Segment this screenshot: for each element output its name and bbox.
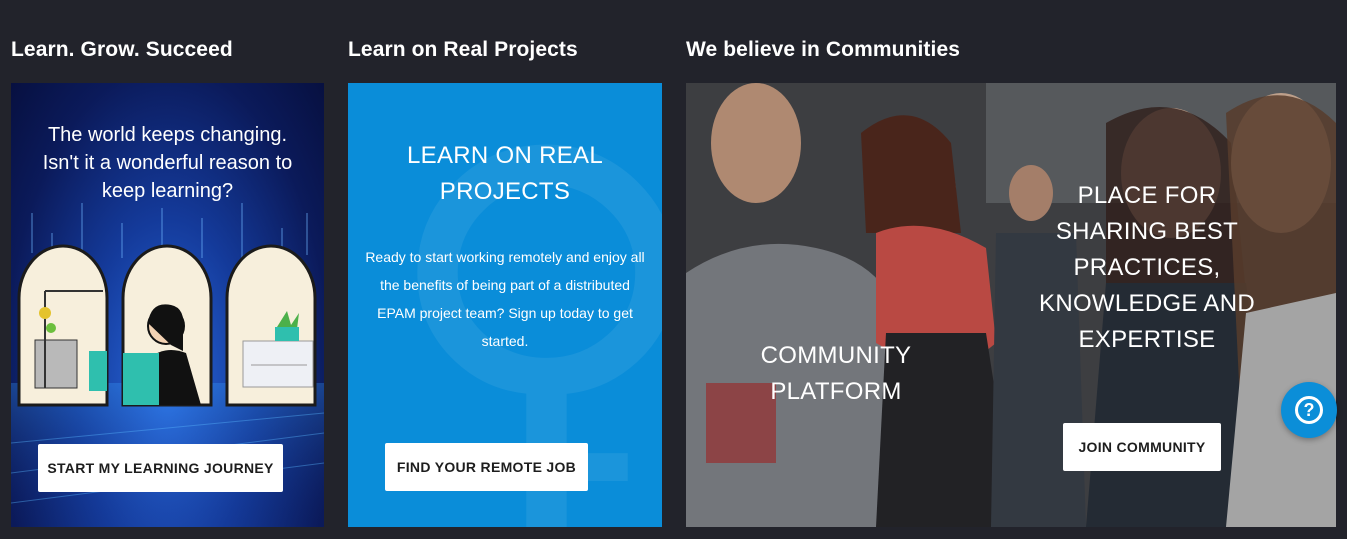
column-title-communities: We believe in Communities — [686, 38, 961, 61]
real-projects-headline: LEARN ON REAL PROJECTS — [407, 142, 603, 205]
communities-card: COMMUNITY PLATFORM PLACE FOR SHARING BES… — [686, 83, 1336, 527]
real-projects-card: ♀ LEARN ON REAL PROJECTS Ready to start … — [348, 83, 662, 527]
column-title-learn: Learn. Grow. Succeed — [11, 38, 233, 61]
question-icon: ? — [1295, 396, 1323, 424]
join-community-button[interactable]: JOIN COMMUNITY — [1063, 423, 1221, 471]
help-button[interactable]: ? — [1281, 382, 1337, 438]
start-learning-journey-button[interactable]: START MY LEARNING JOURNEY — [38, 444, 283, 492]
find-remote-job-button[interactable]: FIND YOUR REMOTE JOB — [385, 443, 588, 491]
learning-card: The world keeps changing. Isn't it a won… — [11, 83, 324, 527]
column-title-projects: Learn on Real Projects — [348, 38, 578, 61]
learning-headline: The world keeps changing. Isn't it a won… — [42, 124, 293, 202]
community-platform-label: COMMUNITY PLATFORM — [760, 342, 912, 405]
sharing-practices-label: PLACE FOR SHARING BEST PRACTICES, KNOWLE… — [1039, 182, 1255, 353]
real-projects-description: Ready to start working remotely and enjo… — [365, 249, 645, 349]
